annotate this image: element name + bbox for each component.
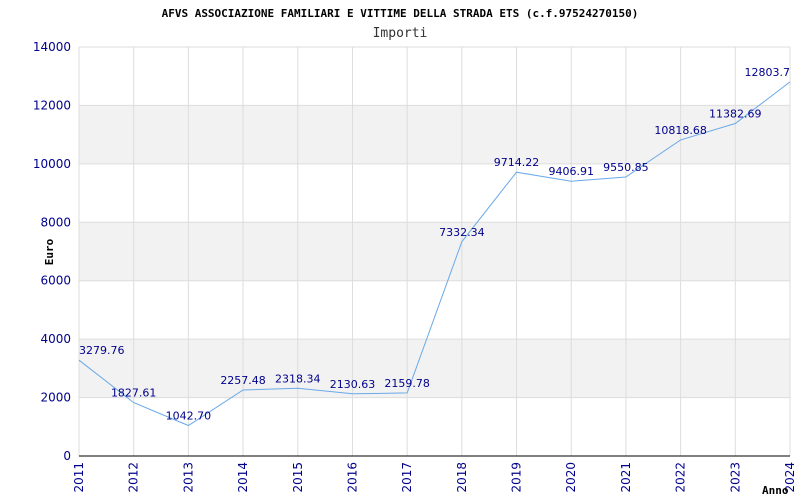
chart-subtitle: Importi: [373, 26, 428, 41]
chart-title: AFVS ASSOCIAZIONE FAMILIARI E VITTIME DE…: [162, 7, 639, 20]
x-tick-label: 2016: [345, 462, 359, 493]
data-label: 7332.34: [439, 226, 485, 239]
data-label: 1042.70: [166, 410, 212, 423]
grid-band: [79, 222, 790, 281]
y-tick-label: 6000: [40, 274, 71, 288]
x-axis-ticks: 2011 2012 2013 2014 2015 2016 2017 2018 2019 2020…: [72, 462, 797, 493]
y-tick-label: 12000: [33, 98, 71, 112]
grid-bands: [79, 105, 790, 398]
data-label: 9406.91: [548, 165, 594, 178]
data-label: 2318.34: [275, 372, 321, 385]
x-tick-label: 2015: [291, 462, 305, 493]
x-tick-label: 2021: [619, 462, 633, 493]
y-tick-label: 10000: [33, 157, 71, 171]
line-chart: AFVS ASSOCIAZIONE FAMILIARI E VITTIME DE…: [33, 7, 797, 497]
data-label: 1827.61: [111, 387, 157, 400]
x-tick-label: 2020: [564, 462, 578, 493]
data-label: 3279.76: [79, 344, 125, 357]
y-tick-label: 8000: [40, 215, 71, 229]
y-axis-label: Euro: [43, 238, 56, 265]
y-tick-label: 2000: [40, 391, 71, 405]
x-tick-label: 2011: [72, 462, 86, 493]
x-tick-label: 2013: [181, 462, 195, 493]
data-label: 9550.85: [603, 161, 649, 174]
data-label: 12803.7: [745, 66, 791, 79]
x-tick-label: 2023: [728, 462, 742, 493]
x-tick-label: 2022: [674, 462, 688, 493]
data-label: 10818.68: [654, 124, 707, 137]
x-tick-label: 2014: [236, 462, 250, 493]
y-tick-label: 4000: [40, 332, 71, 346]
data-label: 2159.78: [384, 377, 430, 390]
grid-band: [79, 339, 790, 398]
x-tick-label: 2018: [455, 462, 469, 493]
data-label: 9714.22: [494, 156, 540, 169]
data-label: 2130.63: [330, 378, 376, 391]
data-label: 11382.69: [709, 107, 762, 120]
x-tick-label: 2019: [510, 462, 524, 493]
x-axis-label: Anno: [762, 484, 789, 497]
y-tick-label: 14000: [33, 40, 71, 54]
y-tick-label: 0: [63, 449, 71, 463]
x-tick-label: 2012: [127, 462, 141, 493]
x-tick-label: 2017: [400, 462, 414, 493]
data-label: 2257.48: [220, 374, 266, 387]
